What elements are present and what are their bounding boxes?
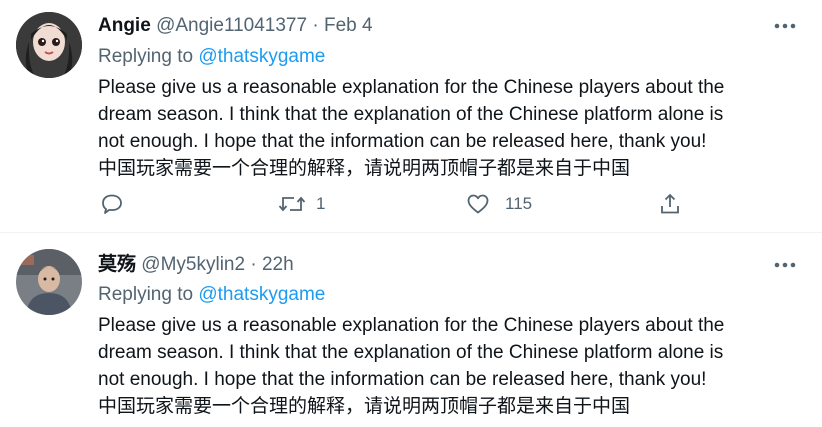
tweet-card[interactable]: Angie @Angie11041377 · Feb 4 Replying to… xyxy=(0,0,822,233)
reply-icon xyxy=(102,194,122,214)
more-options-button[interactable] xyxy=(770,16,800,36)
reply-button[interactable] xyxy=(100,192,134,216)
tweet-text: Please give us a reasonable explanation … xyxy=(98,312,798,420)
more-icon xyxy=(774,23,796,29)
tweet-text-line: 中国玩家需要一个合理的解释，请说明两顶帽子都是来自于中国 xyxy=(98,396,631,417)
tweet-header: 莫殇 @My5kylin2 · 22h xyxy=(98,253,294,277)
replying-to: Replying to @thatskygame xyxy=(98,283,325,307)
replying-to-label: Replying to xyxy=(98,284,194,305)
mention-link[interactable]: @thatskygame xyxy=(198,46,325,67)
separator: · xyxy=(312,15,319,36)
avatar[interactable] xyxy=(16,249,82,315)
retweet-button[interactable]: 1 xyxy=(278,192,325,216)
like-icon xyxy=(467,194,489,214)
more-icon xyxy=(774,262,796,268)
more-options-button[interactable] xyxy=(770,255,800,275)
tweet-text-line: 中国玩家需要一个合理的解释，请说明两顶帽子都是来自于中国 xyxy=(98,158,631,179)
tweet-text-line: not enough. I hope that the information … xyxy=(98,369,707,390)
mention-link[interactable]: @thatskygame xyxy=(198,284,325,305)
tweet-text-line: dream season. I think that the explanati… xyxy=(98,342,724,363)
like-button[interactable]: 115 xyxy=(466,192,532,216)
avatar[interactable] xyxy=(16,12,82,78)
tweet-text: Please give us a reasonable explanation … xyxy=(98,74,798,182)
like-count: 115 xyxy=(505,194,533,213)
replying-to-label: Replying to xyxy=(98,46,194,67)
share-button[interactable] xyxy=(658,192,682,216)
tweet-text-line: dream season. I think that the explanati… xyxy=(98,104,724,125)
tweet-card[interactable]: 莫殇 @My5kylin2 · 22h Replying to @thatsky… xyxy=(0,233,822,427)
display-name[interactable]: 莫殇 xyxy=(98,254,136,275)
user-avatar-icon xyxy=(16,249,82,315)
tweet-header: Angie @Angie11041377 · Feb 4 xyxy=(98,14,373,38)
display-name[interactable]: Angie xyxy=(98,15,151,36)
tweet-text-line: not enough. I hope that the information … xyxy=(98,131,707,152)
timestamp[interactable]: Feb 4 xyxy=(324,15,373,36)
separator: · xyxy=(250,254,257,275)
user-handle[interactable]: @Angie11041377 xyxy=(156,15,307,36)
tweet-actions: 1 115 xyxy=(98,192,718,222)
retweet-icon xyxy=(278,196,306,212)
tweet-text-line: Please give us a reasonable explanation … xyxy=(98,315,725,336)
timestamp[interactable]: 22h xyxy=(262,254,294,275)
retweet-count: 1 xyxy=(316,194,326,213)
tweet-text-line: Please give us a reasonable explanation … xyxy=(98,77,725,98)
share-icon xyxy=(661,193,679,214)
user-handle[interactable]: @My5kylin2 xyxy=(141,254,245,275)
replying-to: Replying to @thatskygame xyxy=(98,45,325,69)
user-avatar-icon xyxy=(16,12,82,78)
